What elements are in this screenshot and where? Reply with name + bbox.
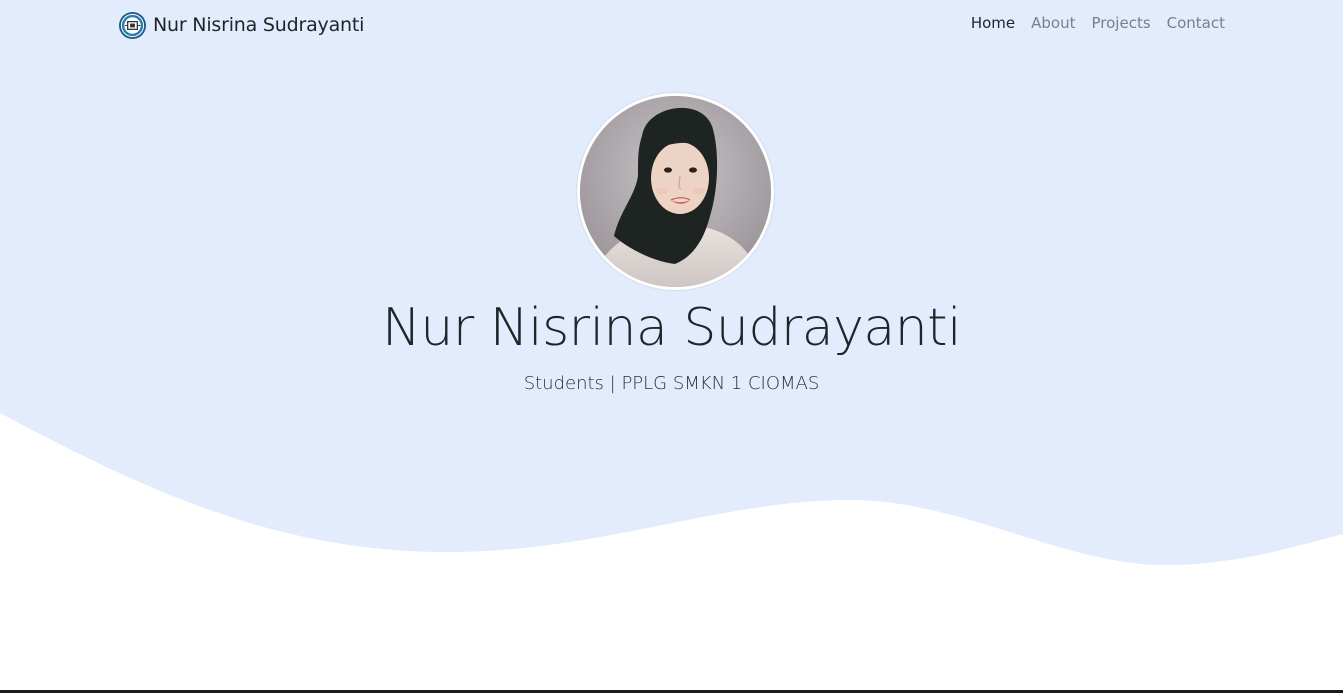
main-nav: Home About Projects Contact [971,14,1225,32]
nav-about[interactable]: About [1031,14,1075,32]
nav-projects[interactable]: Projects [1092,14,1151,32]
profile-photo [580,96,771,287]
brand-name: Nur Nisrina Sudrayanti [153,14,365,36]
navbar: Nur Nisrina Sudrayanti Home About Projec… [0,0,1343,52]
nav-contact[interactable]: Contact [1167,14,1225,32]
hero-name: Nur Nisrina Sudrayanti [381,298,962,358]
school-emblem-icon [118,11,147,39]
brand-link[interactable]: Nur Nisrina Sudrayanti [118,10,364,40]
profile-avatar [577,93,774,290]
page: Nur Nisrina Sudrayanti Home About Projec… [0,0,1343,693]
nav-home[interactable]: Home [971,14,1015,32]
hero-wave-background [0,0,1343,566]
hero-subtitle: Students | PPLG SMKN 1 CIOMAS [523,373,820,394]
